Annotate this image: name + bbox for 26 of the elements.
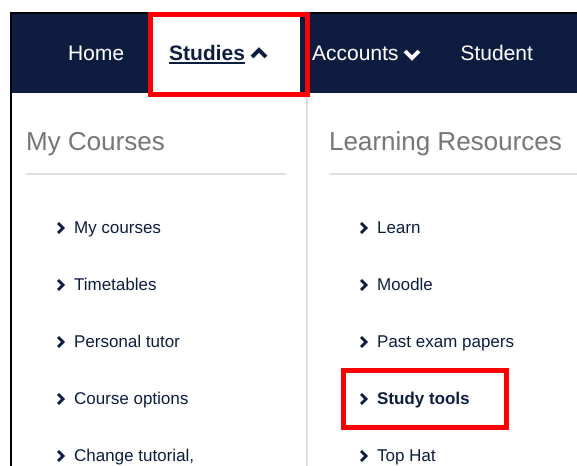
menu-link[interactable]: Timetables [56,272,157,298]
column-heading: Learning Resources [329,125,563,158]
menu-link[interactable]: Course options [56,386,188,412]
chevron-right-icon [359,450,369,462]
chevron-right-icon [359,392,369,404]
chevron-right-icon [56,336,66,348]
menu-link[interactable]: Personal tutor [56,328,180,354]
chevron-right-icon [56,392,66,404]
chevron-right-icon [359,222,369,234]
column-heading: My Courses [26,125,166,158]
nav-tab[interactable]: Studies [150,14,300,93]
chevron-right-icon [359,278,369,290]
menu-link[interactable]: Top Hat [359,442,436,466]
menu-link[interactable]: Change tutorial, [56,442,194,466]
menu-link[interactable]: My courses [56,214,161,240]
nav-tab[interactable]: Accounts [300,14,434,93]
chevron-right-icon [359,336,369,348]
chevron-right-icon [56,450,66,462]
menu-link[interactable]: Study tools [359,386,470,412]
nav-tab[interactable]: Home [56,14,136,93]
menu-link[interactable]: Past exam papers [359,328,514,354]
chevron-right-icon [56,222,66,234]
nav-tab[interactable]: Student [448,14,545,93]
menu-link[interactable]: Moodle [359,272,433,298]
chevron-right-icon [56,278,66,290]
menu-link[interactable]: Learn [359,214,420,240]
